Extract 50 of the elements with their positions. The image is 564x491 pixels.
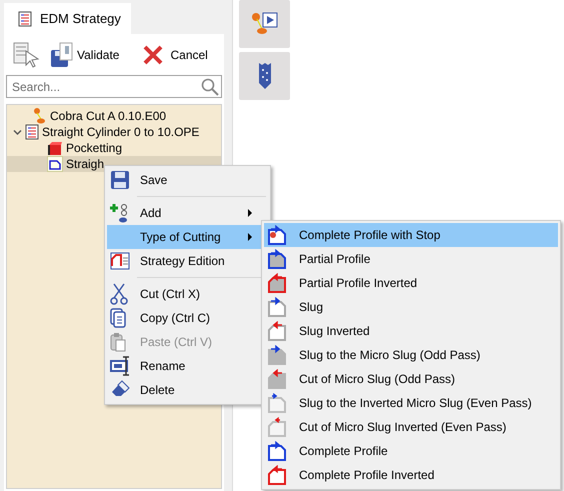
menu-item[interactable]: Slug to the Inverted Micro Slug (Even Pass)	[264, 391, 558, 415]
tree-label: Cobra Cut A 0.10.E00	[50, 109, 166, 123]
validate-button[interactable]: Validate	[50, 42, 120, 68]
play-icon	[250, 11, 278, 37]
menu-item[interactable]: Cut of Micro Slug Inverted (Even Pass)	[264, 415, 558, 439]
strategy-icon	[110, 252, 130, 270]
profile-icon	[267, 369, 287, 389]
tree-item[interactable]: Straight Cylinder 0 to 10.OPE	[7, 124, 221, 140]
profile-icon	[267, 393, 287, 413]
menu-item[interactable]: Add	[107, 201, 268, 225]
tab[interactable]: EDM Strategy	[4, 3, 131, 34]
submenu-arrow-icon	[248, 209, 252, 217]
copy-icon	[110, 308, 126, 328]
run-button[interactable]	[239, 0, 290, 48]
scissors-icon	[110, 283, 128, 305]
profile-icon	[267, 441, 287, 461]
menu-item[interactable]: Complete Profile with Stop	[264, 223, 558, 247]
chevron-icon[interactable]	[13, 128, 22, 136]
search-icon[interactable]	[201, 78, 219, 96]
add-icon	[110, 203, 130, 223]
profile-icon	[267, 417, 287, 437]
tree-label: Pocketting	[66, 141, 122, 155]
profile-icon	[267, 321, 287, 341]
profile-icon	[267, 465, 287, 485]
submenu-arrow-icon	[248, 233, 252, 241]
profile-icon	[47, 156, 63, 172]
search-input[interactable]: Search...	[10, 78, 201, 94]
shield-button[interactable]	[239, 52, 290, 100]
shield-icon	[258, 62, 272, 90]
cancel-button[interactable]: Cancel	[141, 44, 208, 66]
list-icon	[25, 124, 39, 140]
profile-icon	[267, 345, 287, 365]
strategy-icon	[18, 10, 32, 26]
profile-icon	[267, 273, 287, 293]
box-icon	[47, 140, 63, 156]
menu-item[interactable]: Complete Profile	[264, 439, 558, 463]
close-icon	[141, 44, 166, 66]
menu-item[interactable]: Complete Profile Inverted	[264, 463, 558, 487]
profile-icon	[267, 249, 287, 269]
tree-item[interactable]: Pocketting	[7, 140, 221, 156]
pin-icon	[33, 108, 47, 124]
floppy-icon	[110, 170, 130, 190]
clipboard-icon	[110, 332, 126, 352]
profile-icon	[267, 297, 287, 317]
select-icon[interactable]	[12, 41, 42, 69]
profile-icon	[267, 225, 287, 245]
search-field[interactable]: Search...	[6, 75, 222, 98]
tree-label: Straight Cylinder 0 to 10.OPE	[42, 125, 200, 139]
tree-label: Straigh	[66, 157, 104, 171]
tree-item[interactable]: Cobra Cut A 0.10.E00	[7, 108, 221, 124]
